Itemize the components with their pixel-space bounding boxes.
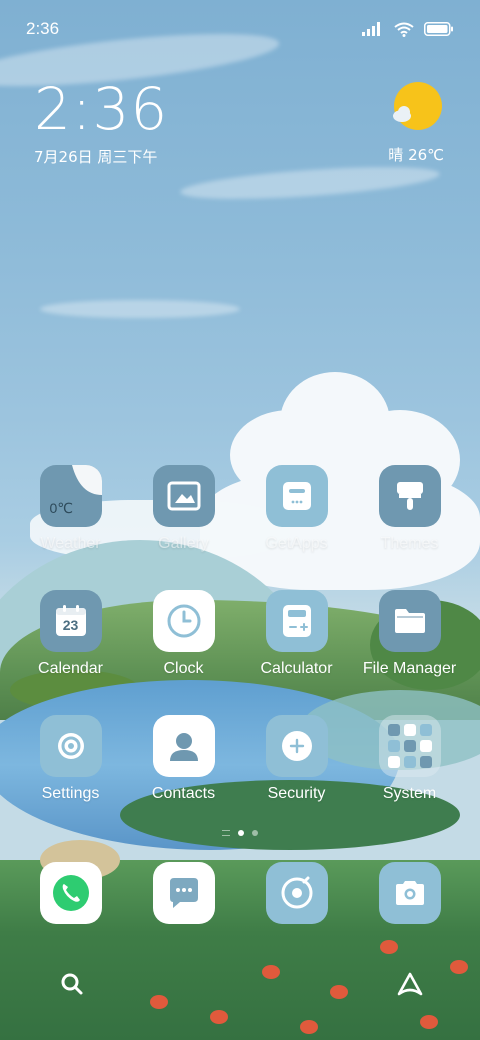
security-icon (265, 715, 328, 777)
app-calculator[interactable]: Calculator (240, 590, 353, 678)
app-weather[interactable]: 0℃ Weather (14, 465, 127, 553)
app-label: System (382, 785, 437, 802)
app-label: Calendar (38, 660, 103, 677)
status-time: 2:36 (26, 19, 60, 38)
settings-icon (39, 715, 102, 777)
app-settings[interactable]: Settings (14, 715, 127, 803)
app-label: Weather (40, 535, 101, 552)
calendar-day: 23 (62, 617, 79, 633)
page-dot-list (222, 830, 230, 836)
app-gallery[interactable]: Gallery (127, 465, 240, 553)
dock-browser[interactable] (240, 862, 353, 924)
assistant-icon[interactable] (392, 966, 428, 1002)
app-label: File Manager (362, 660, 457, 677)
date-text: 7月26日 周三下午 (34, 148, 158, 166)
big-clock-time: 2:36 (34, 75, 169, 143)
weather-icon: 0℃ (39, 465, 102, 527)
calendar-icon: 23 (39, 590, 102, 652)
clock-icon (152, 590, 215, 652)
app-clock[interactable]: Clock (127, 590, 240, 678)
gallery-icon (152, 465, 215, 527)
app-label: GetApps (265, 535, 328, 552)
themes-icon (378, 465, 441, 527)
status-icons (362, 22, 454, 37)
wifi-icon (394, 22, 414, 37)
browser-icon (265, 862, 328, 924)
weather-widget[interactable]: 晴 26℃ (388, 82, 444, 165)
app-system-folder[interactable]: System (353, 715, 466, 803)
app-getapps[interactable]: GetApps (240, 465, 353, 553)
page-dot (252, 830, 258, 836)
contacts-icon (152, 715, 215, 777)
calculator-icon (265, 590, 328, 652)
app-calendar[interactable]: 23 Calendar (14, 590, 127, 678)
dock-messages[interactable] (127, 862, 240, 924)
app-label: Clock (163, 660, 204, 677)
signal-icon (362, 22, 380, 36)
page-dot-active (238, 830, 244, 836)
dock-camera[interactable] (353, 862, 466, 924)
app-label: Themes (380, 535, 439, 552)
messages-icon (152, 862, 215, 924)
folder-icon (378, 590, 441, 652)
getapps-icon (265, 465, 328, 527)
search-icon[interactable] (54, 966, 90, 1002)
phone-icon (39, 862, 102, 924)
page-indicator[interactable] (0, 830, 480, 836)
dock-phone[interactable] (14, 862, 127, 924)
clock-widget[interactable]: 2:36 7月26日 周三下午 (34, 80, 168, 167)
camera-icon (378, 862, 441, 924)
sunny-cloud-icon (390, 82, 443, 134)
app-contacts[interactable]: Contacts (127, 715, 240, 803)
app-file-manager[interactable]: File Manager (353, 590, 466, 678)
weather-tile-temp: 0℃ (49, 500, 74, 516)
status-bar: 2:36 (0, 0, 480, 50)
app-label: Calculator (260, 660, 333, 677)
app-security[interactable]: Security (240, 715, 353, 803)
app-themes[interactable]: Themes (353, 465, 466, 553)
app-label: Gallery (158, 535, 209, 552)
weather-text: 晴 26℃ (388, 146, 444, 164)
folder-grid-icon (378, 715, 441, 777)
app-label: Security (267, 785, 326, 802)
app-label: Contacts (151, 785, 216, 802)
battery-icon (424, 22, 453, 36)
app-label: Settings (41, 785, 100, 802)
